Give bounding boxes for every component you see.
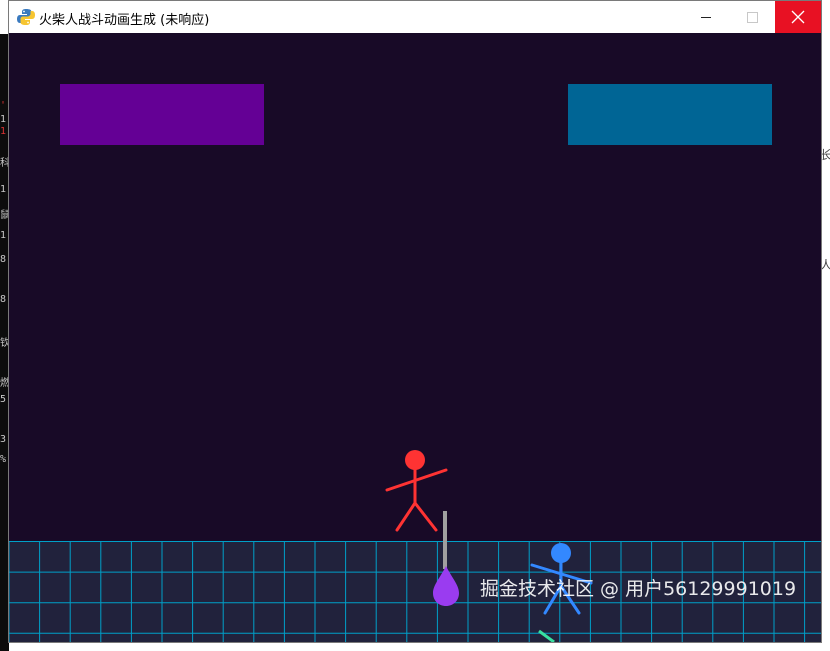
green-trail [538,629,555,642]
purple-sword [433,511,459,606]
sword-blade [433,566,459,606]
maximize-button[interactable] [729,1,775,33]
close-icon [791,10,805,24]
game-window: 火柴人战斗动画生成 (未响应) [8,0,822,643]
red-stickman-head [405,450,425,470]
minimize-button[interactable] [683,1,729,33]
red-stickman [385,450,448,532]
red-stickman-right-leg [413,501,438,532]
sword-shaft [443,511,447,569]
watermark: 掘金技术社区 @ 用户56129991019 [480,578,797,600]
blue-stickman-head [551,543,571,563]
window-title: 火柴人战斗动画生成 (未响应) [39,13,210,28]
title-bar[interactable]: 火柴人战斗动画生成 (未响应) [9,1,821,33]
fighters-layer [385,450,593,642]
red-stickman-left-leg [395,501,417,532]
close-button[interactable] [775,1,821,33]
game-canvas[interactable] [9,33,821,642]
python-snake-icon [17,9,35,25]
